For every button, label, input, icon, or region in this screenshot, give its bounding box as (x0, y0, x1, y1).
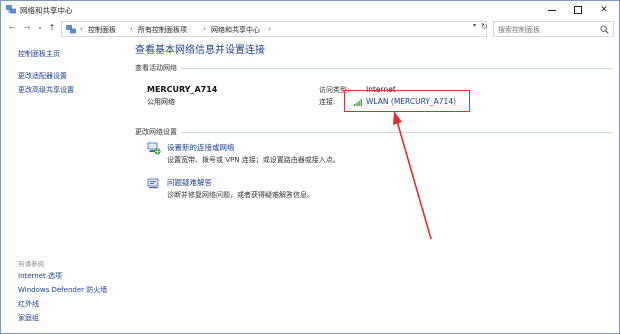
annotation-arrow (393, 111, 432, 240)
network-sharing-center-window: 网络和共享中心 ✕ ← → ▾ ↑ › 控制面板 › 所有控制面板项 › 网络和… (0, 0, 620, 334)
